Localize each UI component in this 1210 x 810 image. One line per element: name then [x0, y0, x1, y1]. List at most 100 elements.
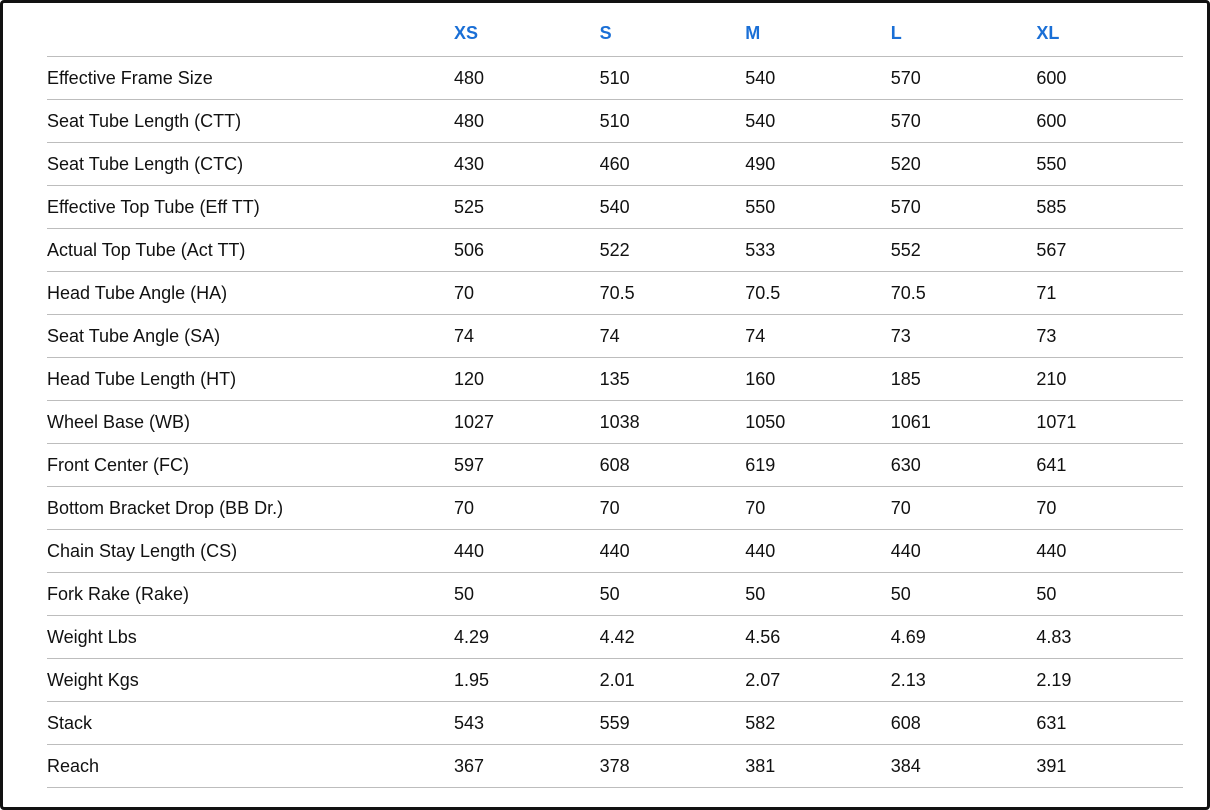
row-label: Stack — [47, 712, 93, 733]
row-label: Weight Lbs — [47, 626, 137, 647]
row-value: 74 — [454, 325, 475, 346]
row-value: 559 — [599, 712, 630, 733]
row-value: 160 — [745, 368, 776, 389]
header-size-xs: XS — [454, 23, 479, 43]
table-row: Front Center (FC) 597 608 619 630 641 — [47, 444, 1183, 487]
row-value: 585 — [1036, 196, 1067, 217]
row-value: 378 — [599, 755, 630, 776]
row-value: 50 — [1036, 583, 1057, 604]
row-value: 70.5 — [599, 282, 635, 303]
row-value: 619 — [745, 454, 776, 475]
row-label: Wheel Base (WB) — [47, 411, 191, 432]
row-value: 4.83 — [1036, 626, 1072, 647]
row-value: 552 — [890, 239, 921, 260]
table-body: Effective Frame Size 480 510 540 570 600 Seat … — [47, 57, 1183, 788]
row-value: 73 — [1036, 325, 1057, 346]
table-row: Effective Frame Size 480 510 540 570 600 — [47, 57, 1183, 100]
row-value: 2.13 — [890, 669, 926, 690]
row-label: Seat Tube Angle (SA) — [47, 325, 221, 346]
row-value: 50 — [599, 583, 620, 604]
row-value: 1061 — [890, 411, 931, 432]
row-label: Front Center (FC) — [47, 454, 190, 475]
table-row: Wheel Base (WB) 1027 1038 1050 1061 1071 — [47, 401, 1183, 444]
row-value: 2.07 — [745, 669, 781, 690]
row-label: Seat Tube Length (CTT) — [47, 110, 242, 131]
row-value: 430 — [454, 153, 485, 174]
row-value: 70.5 — [745, 282, 781, 303]
row-value: 1038 — [599, 411, 640, 432]
table-row: Seat Tube Length (CTT) 480 510 540 570 600 — [47, 100, 1183, 143]
table-row: Bottom Bracket Drop (BB Dr.) 70 70 70 70 70 — [47, 487, 1183, 530]
table-row: Weight Lbs 4.29 4.42 4.56 4.69 4.83 — [47, 616, 1183, 659]
row-value: 73 — [890, 325, 911, 346]
row-value: 4.69 — [890, 626, 926, 647]
row-value: 480 — [454, 110, 485, 131]
row-value: 120 — [454, 368, 485, 389]
row-label: Bottom Bracket Drop (BB Dr.) — [47, 497, 284, 518]
row-label: Effective Frame Size — [47, 67, 213, 88]
row-value: 440 — [599, 540, 630, 561]
row-value: 74 — [745, 325, 766, 346]
row-value: 2.01 — [599, 669, 635, 690]
row-value: 70 — [745, 497, 766, 518]
row-value: 70 — [454, 282, 475, 303]
row-value: 600 — [1036, 67, 1067, 88]
row-value: 480 — [454, 67, 485, 88]
row-value: 440 — [454, 540, 485, 561]
row-value: 1050 — [745, 411, 786, 432]
row-value: 533 — [745, 239, 776, 260]
row-value: 381 — [745, 755, 776, 776]
row-value: 185 — [890, 368, 921, 389]
table-header-row: XS S M L XL — [47, 11, 1183, 57]
row-value: 570 — [890, 67, 921, 88]
row-value: 570 — [890, 110, 921, 131]
table-row: Actual Top Tube (Act TT) 506 522 533 552 567 — [47, 229, 1183, 272]
row-label: Fork Rake (Rake) — [47, 583, 190, 604]
row-value: 522 — [599, 239, 630, 260]
row-value: 4.29 — [454, 626, 490, 647]
header-size-m: M — [745, 23, 761, 43]
row-value: 70 — [454, 497, 475, 518]
row-value: 50 — [454, 583, 475, 604]
row-value: 4.56 — [745, 626, 781, 647]
row-label: Weight Kgs — [47, 669, 139, 690]
row-value: 630 — [890, 454, 921, 475]
row-value: 641 — [1036, 454, 1067, 475]
row-value: 50 — [745, 583, 766, 604]
row-value: 570 — [890, 196, 921, 217]
row-value: 391 — [1036, 755, 1067, 776]
header-size-xl: XL — [1036, 23, 1060, 43]
row-value: 490 — [745, 153, 776, 174]
table-row: Weight Kgs 1.95 2.01 2.07 2.13 2.19 — [47, 659, 1183, 702]
row-value: 608 — [599, 454, 630, 475]
table-row: Reach 367 378 381 384 391 — [47, 745, 1183, 788]
row-value: 597 — [454, 454, 485, 475]
table-row: Head Tube Angle (HA) 70 70.5 70.5 70.5 71 — [47, 272, 1183, 315]
row-value: 70 — [1036, 497, 1057, 518]
row-value: 543 — [454, 712, 485, 733]
row-value: 608 — [890, 712, 921, 733]
row-value: 2.19 — [1036, 669, 1072, 690]
table-row: Seat Tube Angle (SA) 74 74 74 73 73 — [47, 315, 1183, 358]
row-value: 210 — [1036, 368, 1067, 389]
row-label: Head Tube Angle (HA) — [47, 282, 228, 303]
row-value: 71 — [1036, 282, 1057, 303]
table-row: Effective Top Tube (Eff TT) 525 540 550 570 5… — [47, 186, 1183, 229]
row-value: 74 — [599, 325, 620, 346]
row-label: Seat Tube Length (CTC) — [47, 153, 244, 174]
row-value: 135 — [599, 368, 630, 389]
table-row: Head Tube Length (HT) 120 135 160 185 210 — [47, 358, 1183, 401]
table-row: Stack 543 559 582 608 631 — [47, 702, 1183, 745]
row-value: 70 — [599, 497, 620, 518]
geometry-chart-frame: XS S M L XL Effective Frame Size 480 510 54… — [0, 0, 1210, 810]
row-value: 525 — [454, 196, 485, 217]
row-label: Effective Top Tube (Eff TT) — [47, 196, 260, 217]
row-value: 1027 — [454, 411, 495, 432]
row-value: 540 — [599, 196, 630, 217]
row-value: 540 — [745, 67, 776, 88]
row-value: 550 — [745, 196, 776, 217]
row-value: 460 — [599, 153, 630, 174]
row-value: 50 — [890, 583, 911, 604]
row-value: 384 — [890, 755, 921, 776]
table-row: Chain Stay Length (CS) 440 440 440 440 440 — [47, 530, 1183, 573]
